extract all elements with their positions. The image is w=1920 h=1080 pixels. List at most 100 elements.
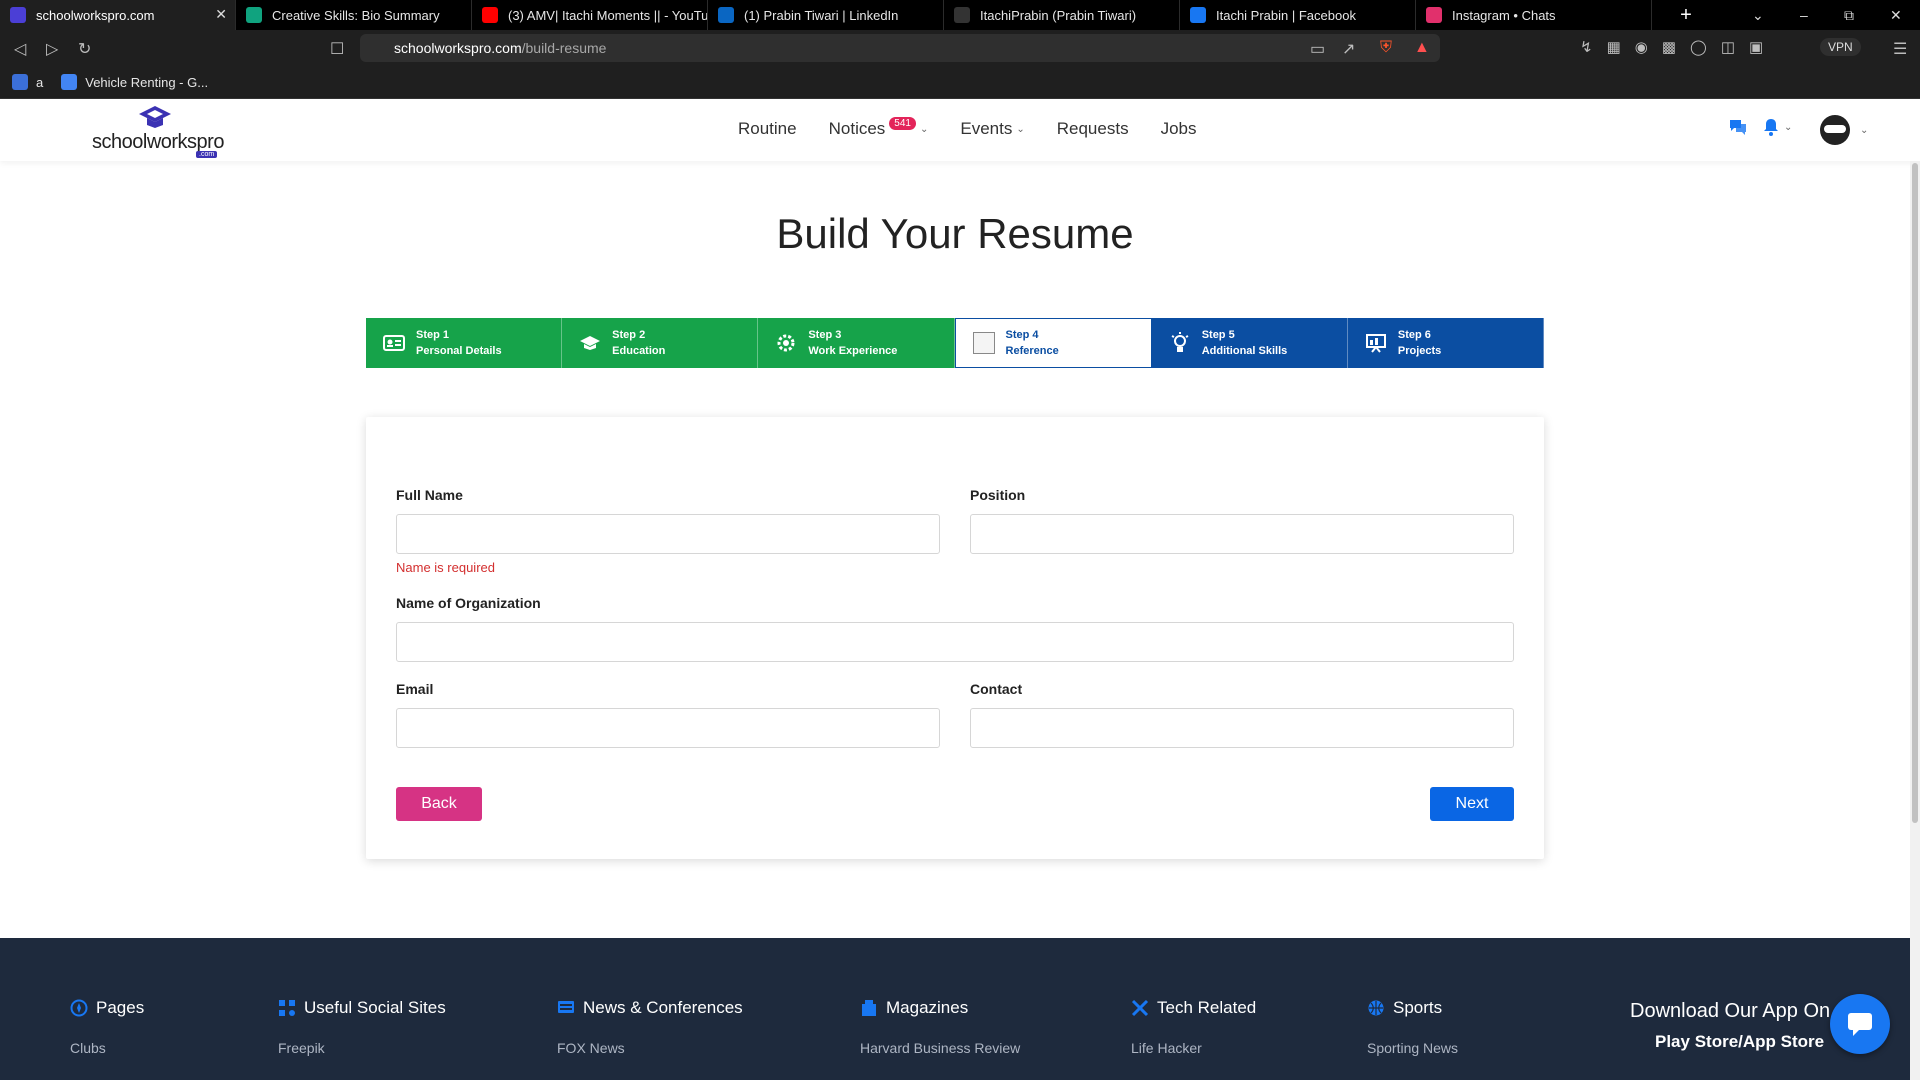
- tab-favicon-icon: [954, 7, 970, 23]
- tab-close-icon[interactable]: ✕: [215, 6, 227, 23]
- nav-item-jobs[interactable]: Jobs: [1161, 119, 1197, 139]
- bookmark-icon[interactable]: ☐: [330, 39, 344, 59]
- browser-tab[interactable]: Instagram • Chats: [1416, 0, 1652, 30]
- nav-item-requests[interactable]: Requests: [1057, 119, 1129, 139]
- user-menu[interactable]: ⌄: [1820, 115, 1868, 145]
- step-2[interactable]: Step 2 Education: [562, 318, 759, 368]
- browser-tab[interactable]: Itachi Prabin | Facebook: [1180, 0, 1416, 30]
- new-tab-button[interactable]: +: [1666, 4, 1706, 27]
- step-5[interactable]: Step 5 Additional Skills: [1151, 318, 1348, 368]
- full-name-input[interactable]: [396, 514, 940, 554]
- tab-title: (3) AMV| Itachi Moments || - YouTube: [508, 7, 708, 23]
- back-button[interactable]: Back: [396, 787, 482, 821]
- next-button[interactable]: Next: [1430, 787, 1514, 821]
- gear-icon: [774, 331, 798, 355]
- share-page-icon[interactable]: ↗: [1342, 39, 1355, 59]
- resume-steps: Step 1 Personal Details Step 2 Education Ste…: [366, 318, 1545, 368]
- browser-tab[interactable]: Creative Skills: Bio Summary: [236, 0, 472, 30]
- resume-form-card: Full Name Name is required Position Name…: [366, 417, 1544, 859]
- cast-icon[interactable]: ▭: [1310, 39, 1325, 59]
- tab-title: Itachi Prabin | Facebook: [1216, 7, 1356, 23]
- footer-heading-text: Useful Social Sites: [304, 998, 446, 1017]
- bookmark-label: a: [36, 74, 44, 90]
- nav-item-events[interactable]: Events ⌄: [960, 119, 1024, 139]
- footer-column: Pages Clubs: [70, 998, 144, 1056]
- browser-tab[interactable]: (3) AMV| Itachi Moments || - YouTube: [472, 0, 708, 30]
- step-name: Education: [612, 345, 666, 357]
- tab-favicon-icon: [718, 7, 734, 23]
- step-text: Step 1 Personal Details: [416, 327, 502, 359]
- nav-item-notices[interactable]: Notices 541 ⌄: [829, 116, 929, 139]
- browser-tab[interactable]: schoolworkspro.com ✕: [0, 0, 236, 30]
- forward-icon[interactable]: ▷: [46, 39, 58, 59]
- footer-link[interactable]: Life Hacker: [1131, 1040, 1256, 1056]
- app-download-title: Download Our App On: [1630, 1000, 1831, 1022]
- menu-icon[interactable]: ☰: [1893, 39, 1907, 59]
- brave-rewards-icon[interactable]: ▲: [1414, 39, 1430, 57]
- brave-shield-icon[interactable]: ⛨: [1380, 39, 1392, 57]
- tab-title: ItachiPrabin (Prabin Tiwari): [980, 7, 1137, 23]
- nav-item-routine[interactable]: Routine: [738, 119, 797, 139]
- reload-icon[interactable]: ↻: [78, 39, 91, 59]
- minimize-icon[interactable]: –: [1800, 0, 1808, 30]
- extension-icon[interactable]: ◉: [1635, 38, 1648, 56]
- contact-input[interactable]: [970, 708, 1514, 748]
- extension-icons: ↯ ▦ ◉ ▩ ◯ ◫ ▣: [1580, 38, 1763, 56]
- bookmark-item[interactable]: a: [12, 74, 43, 90]
- footer-heading-text: Tech Related: [1157, 998, 1257, 1017]
- extension-icon[interactable]: ↯: [1580, 38, 1593, 56]
- footer-column: Magazines Harvard Business Review: [860, 998, 1020, 1056]
- url-bar[interactable]: schoolworkspro.com/build-resume: [360, 34, 1440, 62]
- page-title: Build Your Resume: [776, 210, 1134, 257]
- tab-title: (1) Prabin Tiwari | LinkedIn: [744, 7, 899, 23]
- notification-bell-icon[interactable]: ⌄: [1762, 118, 1792, 136]
- chevron-down-icon: ⌄: [919, 123, 929, 135]
- footer-heading-text: News & Conferences: [583, 998, 743, 1017]
- nav-item-label: Requests: [1056, 119, 1129, 138]
- step-1[interactable]: Step 1 Personal Details: [366, 318, 563, 368]
- footer-link[interactable]: Sporting News: [1367, 1040, 1458, 1056]
- position-input[interactable]: [970, 514, 1514, 554]
- footer-link[interactable]: Harvard Business Review: [860, 1040, 1020, 1056]
- footer-link[interactable]: Clubs: [70, 1040, 144, 1056]
- sidebar-icon[interactable]: ◫: [1721, 38, 1735, 56]
- step-6[interactable]: Step 6 Projects: [1347, 318, 1545, 368]
- browser-tab-bar: schoolworkspro.com ✕ Creative Skills: Bio …: [0, 0, 1920, 30]
- newspaper-icon: [557, 999, 575, 1017]
- bookmark-item[interactable]: Vehicle Renting - G...: [61, 74, 208, 90]
- step-3[interactable]: Step 3 Work Experience: [758, 318, 955, 368]
- footer-heading-text: Pages: [96, 998, 145, 1017]
- tab-title: Instagram • Chats: [1452, 7, 1556, 23]
- step-text: Step 6 Projects: [1398, 327, 1441, 359]
- tab-search-icon[interactable]: ⌄: [1752, 0, 1764, 30]
- avatar: [1820, 115, 1850, 145]
- email-input[interactable]: [396, 708, 940, 748]
- logo-suffix: .com: [196, 151, 218, 158]
- bookmark-label: Vehicle Renting - G...: [85, 74, 209, 90]
- puzzle-icon[interactable]: ▩: [1662, 38, 1676, 56]
- app-download-subtitle: Play Store/App Store: [1655, 1032, 1825, 1051]
- vpn-button[interactable]: VPN: [1820, 38, 1861, 56]
- notices-count-badge: 541: [889, 116, 916, 130]
- footer-column: Sports Sporting News: [1367, 998, 1458, 1056]
- tab-favicon-icon: [482, 7, 498, 23]
- footer-link[interactable]: Freepik: [278, 1040, 446, 1056]
- step-name: Personal Details: [416, 345, 502, 357]
- back-icon[interactable]: ◁: [14, 39, 26, 59]
- browser-tab[interactable]: ItachiPrabin (Prabin Tiwari): [944, 0, 1180, 30]
- footer-link[interactable]: FOX News: [557, 1040, 743, 1056]
- extension-icon[interactable]: ◯: [1690, 38, 1707, 56]
- extension-icon[interactable]: ▦: [1607, 38, 1621, 56]
- chat-fab-button[interactable]: [1830, 994, 1890, 1054]
- wallet-icon[interactable]: ▣: [1749, 38, 1763, 56]
- scrollbar-thumb[interactable]: [1912, 163, 1918, 823]
- id-card-icon: [382, 331, 406, 355]
- nav-item-label: Jobs: [1160, 119, 1197, 138]
- restore-icon[interactable]: ⧉: [1844, 0, 1854, 30]
- browser-tab[interactable]: (1) Prabin Tiwari | LinkedIn: [708, 0, 944, 30]
- step-4[interactable]: Step 4 Reference: [954, 318, 1152, 368]
- window-close-icon[interactable]: ✕: [1890, 0, 1902, 30]
- site-logo[interactable]: schoolworkspro .com: [92, 105, 232, 159]
- chat-icon[interactable]: [1728, 118, 1748, 136]
- organization-input[interactable]: [396, 622, 1514, 662]
